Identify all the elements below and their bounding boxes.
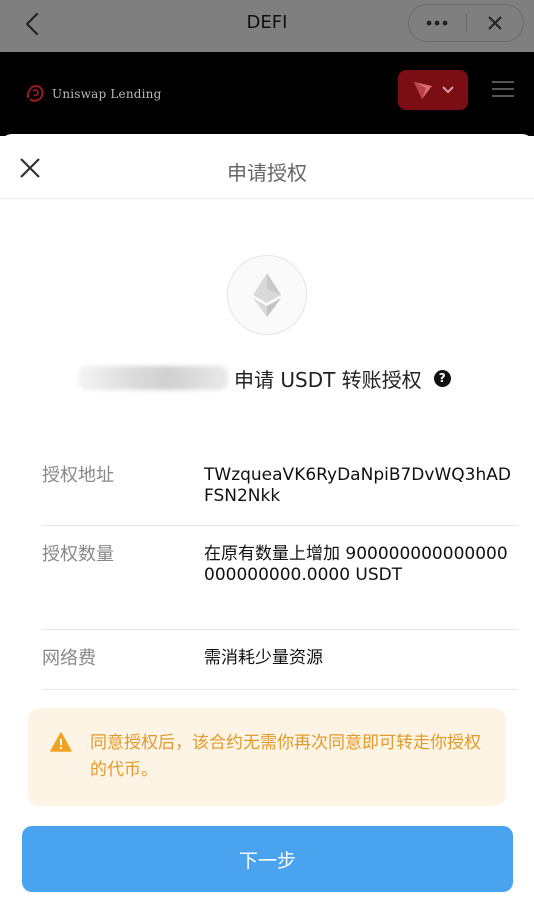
info-row-fee: 网络费 需消耗少量资源 bbox=[42, 630, 518, 690]
close-miniapp-button[interactable] bbox=[467, 5, 524, 41]
dapp-header: Uniswap Lending bbox=[0, 52, 534, 136]
more-dots-icon bbox=[426, 20, 448, 26]
hamburger-menu-icon[interactable] bbox=[492, 80, 514, 98]
dapp-brand: Uniswap Lending bbox=[52, 87, 162, 101]
info-row-address: 授权地址 TWzqueaVK6RyDaNpiB7DvWQ3hADFSN2Nkk bbox=[42, 448, 518, 526]
redacted-dapp-name bbox=[78, 366, 228, 390]
info-row-amount: 授权数量 在原有数量上增加 900000000000000000000000.0… bbox=[42, 526, 518, 630]
tron-logo-icon bbox=[414, 82, 432, 99]
amount-label: 授权数量 bbox=[42, 544, 114, 565]
warning-triangle-icon bbox=[50, 732, 72, 752]
address-value: TWzqueaVK6RyDaNpiB7DvWQ3hADFSN2Nkk bbox=[204, 465, 511, 506]
wallet-selector-button[interactable] bbox=[398, 70, 468, 110]
info-rows: 授权地址 TWzqueaVK6RyDaNpiB7DvWQ3hADFSN2Nkk … bbox=[42, 448, 518, 690]
authorization-sheet: 申请授权 申请 USDT 转账授权 ? 授权地址 TWzqueaVK6RyDaN… bbox=[0, 134, 534, 915]
help-icon[interactable]: ? bbox=[433, 369, 451, 387]
chevron-down-icon bbox=[442, 86, 454, 94]
warning-box: 同意授权后，该合约无需你再次同意即可转走你授权的代币。 bbox=[28, 708, 506, 806]
next-step-button[interactable]: 下一步 bbox=[22, 826, 513, 892]
address-label: 授权地址 bbox=[42, 465, 114, 486]
ethereum-icon bbox=[253, 273, 281, 317]
token-avatar bbox=[227, 255, 307, 335]
sheet-header: 申请授权 bbox=[0, 134, 534, 199]
miniapp-capsule bbox=[408, 4, 524, 42]
fee-label: 网络费 bbox=[42, 648, 96, 669]
amount-value: 在原有数量上增加 900000000000000000000000.0000 U… bbox=[204, 544, 508, 585]
fee-value: 需消耗少量资源 bbox=[204, 648, 323, 668]
close-icon bbox=[488, 16, 502, 30]
request-text: 申请 USDT 转账授权 bbox=[234, 367, 422, 392]
app-top-bar: DEFI bbox=[0, 0, 534, 52]
sheet-title: 申请授权 bbox=[227, 161, 307, 185]
uniswap-logo-icon bbox=[26, 84, 44, 102]
warning-text: 同意授权后，该合约无需你再次同意即可转走你授权的代币。 bbox=[90, 733, 481, 780]
more-button[interactable] bbox=[409, 5, 466, 41]
request-line: 申请 USDT 转账授权 ? bbox=[78, 363, 451, 393]
